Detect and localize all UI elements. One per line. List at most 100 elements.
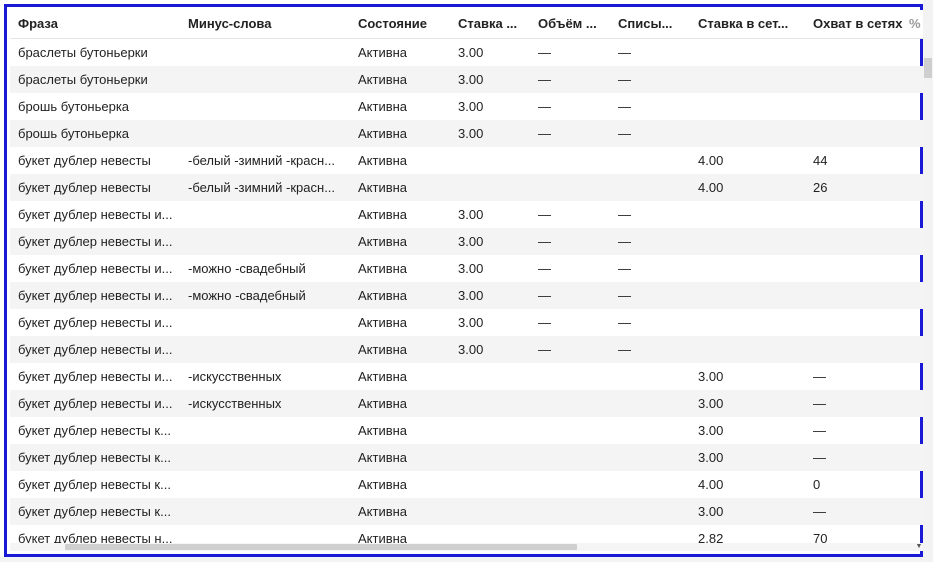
cell-minus-words: -можно -свадебный (188, 261, 306, 276)
horizontal-scrollbar[interactable]: ▼ (10, 543, 923, 551)
table-row[interactable]: букет дублер невесты -белый -зимний -крас… (10, 147, 923, 174)
cell-charge: — (618, 261, 631, 276)
cell-minus-words (188, 120, 344, 147)
table-row[interactable]: брошь бутоньерка Активна 3.00 — — (10, 93, 923, 120)
table-row[interactable]: букет дублер невесты к... Активна 3.00 — (10, 498, 923, 525)
table-row[interactable]: букет дублер невесты и... Активна 3.00 — — (10, 201, 923, 228)
table-row[interactable]: букет дублер невесты и... -искусственных А… (10, 363, 923, 390)
table-row[interactable]: букет дублер невесты и... -искусственных А… (10, 390, 923, 417)
col-header-phrase[interactable]: Фраза (18, 10, 178, 38)
scroll-down-arrow-icon[interactable]: ▼ (915, 543, 923, 551)
cell-phrase: букет дублер невесты и... (18, 234, 173, 249)
cell-phrase: букет дублер невесты к... (18, 423, 171, 438)
cell-network-reach: — (813, 423, 826, 438)
cell-volume (538, 498, 608, 525)
table-row[interactable]: браслеты бутоньерки Активна 3.00 — — (10, 66, 923, 93)
cell-network-reach: — (813, 369, 826, 384)
vertical-scrollbar-thumb[interactable] (924, 58, 932, 78)
cell-bid: 3.00 (458, 126, 484, 141)
horizontal-scrollbar-thumb[interactable] (65, 544, 577, 550)
col-header-network-bid[interactable]: Ставка в сет... (698, 10, 798, 38)
cell-volume: — (538, 72, 551, 87)
cell-minus-words: -искусственных (188, 396, 282, 411)
cell-network-bid: 3.00 (698, 504, 724, 519)
table-row[interactable]: букет дублер невесты к... Активна 4.00 0 (10, 471, 923, 498)
cell-state: Активна (358, 180, 408, 195)
col-header-bid[interactable]: Ставка ... (458, 10, 528, 38)
cell-phrase: букет дублер невесты и... (18, 342, 173, 357)
cell-phrase: браслеты бутоньерки (18, 72, 148, 87)
cell-state: Активна (358, 153, 408, 168)
cell-network-bid: 3.00 (698, 369, 724, 384)
cell-network-reach: 26 (813, 180, 828, 195)
cell-bid: 3.00 (458, 72, 484, 87)
cell-phrase: брошь бутоньерка (18, 126, 130, 141)
cell-volume (538, 471, 608, 498)
col-header-volume[interactable]: Объём ... (538, 10, 608, 38)
cell-minus-words (188, 201, 344, 228)
cell-network-reach: 44 (813, 153, 828, 168)
table-row[interactable]: браслеты бутоньерки Активна 3.00 — — (10, 39, 923, 66)
cell-charge (618, 498, 688, 525)
col-header-minus-words[interactable]: Минус-слова (188, 10, 344, 38)
cell-charge: — (618, 72, 631, 87)
cell-phrase: букет дублер невесты и... (18, 396, 173, 411)
cell-bid: 3.00 (458, 45, 484, 60)
cell-state: Активна (358, 288, 408, 303)
cell-minus-words (188, 66, 344, 93)
cell-minus-words (188, 498, 344, 525)
cell-phrase: букет дублер невесты и... (18, 315, 173, 330)
cell-minus-words (188, 228, 344, 255)
cell-state: Активна (358, 315, 408, 330)
col-header-percent[interactable]: % (909, 10, 923, 38)
cell-phrase: букет дублер невесты к... (18, 504, 171, 519)
cell-volume (538, 444, 608, 471)
cell-network-reach (813, 93, 908, 120)
cell-charge: — (618, 315, 631, 330)
cell-network-reach (813, 201, 908, 228)
cell-minus-words (188, 93, 344, 120)
cell-volume: — (538, 126, 551, 141)
cell-network-bid: 3.00 (698, 450, 724, 465)
col-header-state[interactable]: Состояние (358, 10, 448, 38)
cell-state: Активна (358, 369, 408, 384)
table-row[interactable]: букет дублер невесты и... Активна 3.00 — — (10, 228, 923, 255)
cell-network-reach (813, 255, 908, 282)
table-row[interactable]: букет дублер невесты к... Активна 3.00 — (10, 444, 923, 471)
cell-network-bid: 3.00 (698, 423, 724, 438)
table-row[interactable]: букет дублер невесты и... -можно -свадебн… (10, 282, 923, 309)
cell-phrase: букет дублер невесты (18, 153, 151, 168)
cell-charge (618, 147, 688, 174)
cell-state: Активна (358, 477, 408, 492)
cell-network-bid (698, 120, 798, 147)
cell-bid (458, 498, 528, 525)
cell-network-bid: 3.00 (698, 396, 724, 411)
cell-charge (618, 471, 688, 498)
cell-network-bid (698, 201, 798, 228)
cell-charge (618, 390, 688, 417)
cell-charge (618, 363, 688, 390)
cell-network-bid (698, 309, 798, 336)
cell-network-reach (813, 120, 908, 147)
table-row[interactable]: букет дублер невесты и... -можно -свадебн… (10, 255, 923, 282)
table-row[interactable]: букет дублер невесты и... Активна 3.00 — — (10, 309, 923, 336)
table-row[interactable]: букет дублер невесты и... Активна 3.00 — — (10, 336, 923, 363)
table-row[interactable]: брошь бутоньерка Активна 3.00 — — (10, 120, 923, 147)
cell-volume: — (538, 288, 551, 303)
cell-bid: 3.00 (458, 99, 484, 114)
cell-state: Активна (358, 234, 408, 249)
table-row[interactable]: букет дублер невесты -белый -зимний -крас… (10, 174, 923, 201)
cell-phrase: букет дублер невесты и... (18, 369, 173, 384)
cell-network-bid (698, 66, 798, 93)
cell-state: Активна (358, 261, 408, 276)
vertical-scrollbar[interactable] (923, 0, 933, 562)
table-row[interactable]: букет дублер невесты к... Активна 3.00 — (10, 417, 923, 444)
cell-network-reach (813, 336, 908, 363)
cell-phrase: букет дублер невесты к... (18, 450, 171, 465)
col-header-charge[interactable]: Списы... (618, 10, 688, 38)
cell-state: Активна (358, 126, 408, 141)
cell-network-reach: — (813, 396, 826, 411)
col-header-network-reach[interactable]: Охват в сетях (813, 10, 908, 38)
cell-minus-words (188, 444, 344, 471)
cell-minus-words: -искусственных (188, 369, 282, 384)
